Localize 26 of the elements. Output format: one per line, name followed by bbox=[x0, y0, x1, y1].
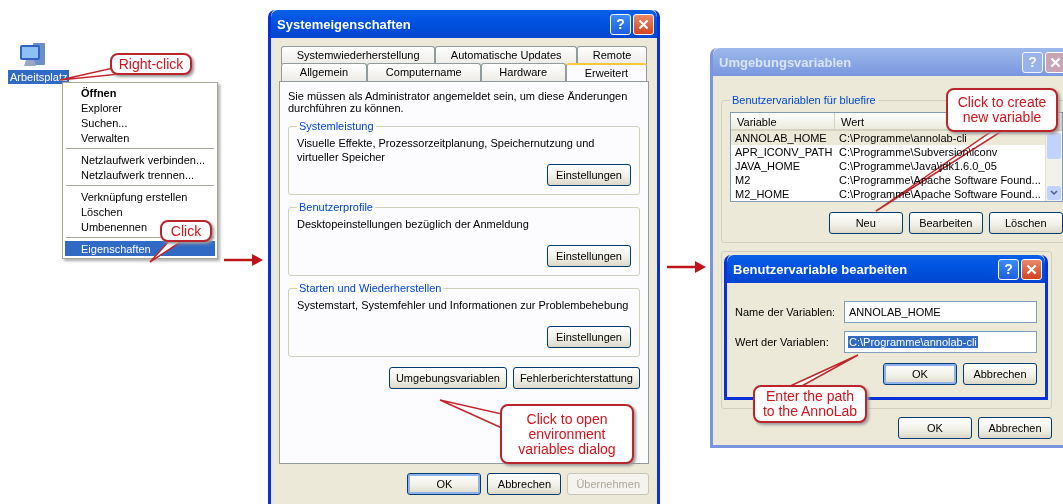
variable-name: ANNOLAB_HOME bbox=[734, 131, 828, 145]
group-title: Starten und Wiederherstellen bbox=[298, 282, 443, 294]
callout: Click bbox=[160, 220, 212, 242]
field-value: C:\Programme\annolab-cli bbox=[848, 336, 978, 348]
callout: Click to open environment variables dialog bbox=[500, 404, 634, 464]
variable-name: M2 bbox=[734, 173, 752, 187]
variable-name: APR_ICONV_PATH bbox=[734, 145, 834, 159]
field-value: ANNOLAB_HOME bbox=[848, 306, 942, 318]
variable-value: C:\Programme\annolab-cli bbox=[838, 131, 968, 145]
group-title: Benutzerprofile bbox=[298, 201, 374, 213]
notice-text: Sie müssen als Administrator angemeldet sein, um diese Änderungen durchführen zu können. bbox=[288, 90, 629, 114]
callout: Right-click bbox=[110, 53, 192, 75]
window-title: Umgebungsvariablen bbox=[719, 54, 852, 70]
group-description: Desktopeinstellungen bezüglich der Anmeldung bbox=[297, 217, 530, 232]
variable-name: JAVA_HOME bbox=[734, 159, 801, 173]
field-label: Wert der Variablen: bbox=[735, 336, 830, 348]
window-title: Benutzervariable bearbeiten bbox=[733, 261, 908, 277]
group-description: Visuelle Effekte, Prozessorzeitplanung, Speichernutzung und virtueller Speicher bbox=[297, 136, 596, 164]
group-title: Systemleistung bbox=[298, 120, 375, 132]
variable-name: M2_HOME bbox=[734, 187, 791, 201]
field-label: Name der Variablen: bbox=[735, 306, 837, 318]
callout: Click to create new variable bbox=[946, 88, 1058, 132]
group-description: Systemstart, Systemfehler und Informationen zur Problembehebung bbox=[297, 298, 630, 313]
window-title: Systemeigenschaften bbox=[277, 16, 411, 32]
group-title: Benutzervariablen für bluefire bbox=[731, 94, 877, 106]
callout: Enter the path to the AnnoLab bbox=[753, 385, 867, 423]
